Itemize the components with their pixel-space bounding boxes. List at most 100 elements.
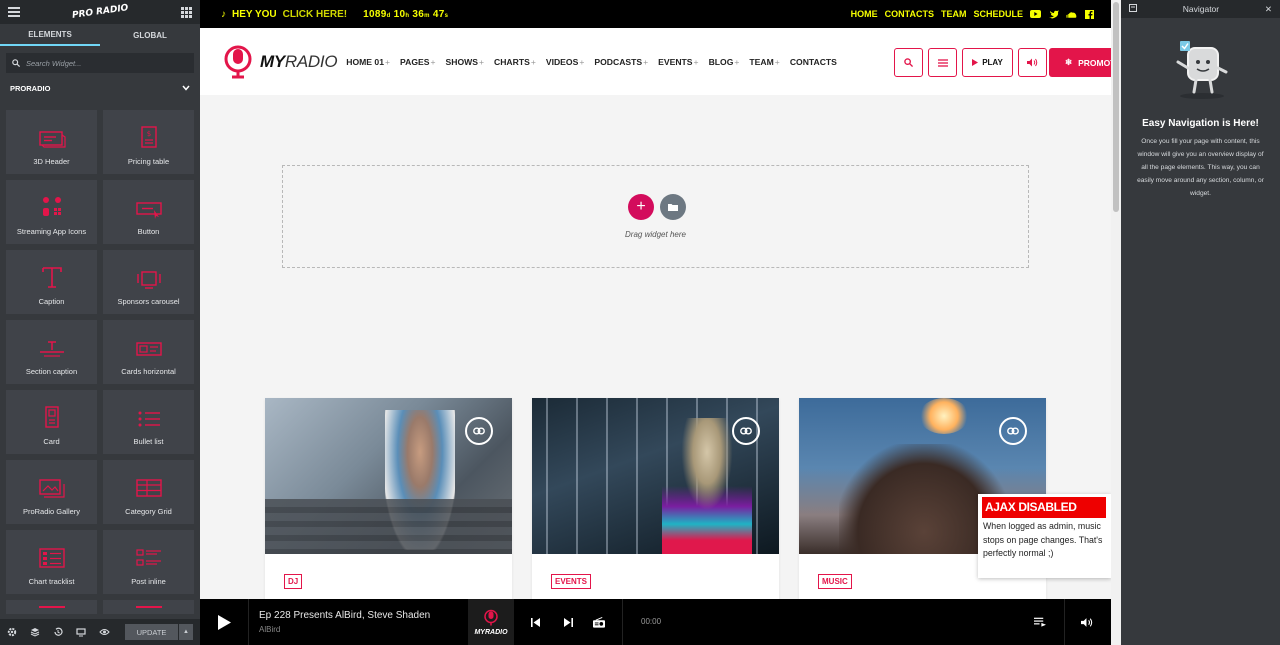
nav-label: HOME 01 — [346, 56, 384, 67]
post-inline-icon — [135, 549, 161, 566]
microphone-logo-icon — [484, 609, 498, 625]
template-library-button[interactable] — [660, 194, 686, 220]
preview-eye-icon[interactable] — [98, 626, 110, 638]
search-input[interactable]: Search Widget... — [6, 53, 194, 73]
navigator-header: Navigator ✕ — [1121, 0, 1280, 18]
post-card[interactable]: DJ — [265, 398, 512, 608]
widget-label: Pricing table — [127, 157, 170, 166]
nav-item-contacts[interactable]: CONTACTS — [790, 57, 837, 67]
nav-item-charts[interactable]: CHARTS+ — [494, 57, 536, 67]
nav-item-videos[interactable]: VIDEOS+ — [546, 57, 585, 67]
youtube-icon[interactable] — [1030, 10, 1041, 19]
promo-text: HEY YOU — [232, 8, 277, 20]
widget-label: Streaming App Icons — [16, 227, 87, 236]
3d-header-icon — [38, 131, 66, 148]
category-tag[interactable]: MUSIC — [818, 574, 852, 589]
nav-item-blog[interactable]: BLOG+ — [709, 57, 740, 67]
nav-item-pages[interactable]: PAGES+ — [400, 57, 435, 67]
link-icon[interactable] — [465, 417, 493, 445]
link-icon[interactable] — [999, 417, 1027, 445]
widget-card[interactable]: Card — [6, 390, 97, 454]
twitter-icon[interactable] — [1048, 10, 1059, 19]
scrollbar-thumb[interactable] — [1113, 2, 1119, 212]
tab-elements[interactable]: ELEMENTS — [0, 24, 100, 46]
widget-caption[interactable]: Caption — [6, 250, 97, 314]
hamburger-menu-icon[interactable] — [8, 7, 20, 17]
update-options-caret-icon[interactable]: ▲ — [179, 624, 193, 640]
promotion-button[interactable]: ❄ PROMOT — [1049, 48, 1111, 77]
playlist-icon[interactable] — [1034, 616, 1046, 628]
layers-icon[interactable] — [29, 626, 41, 638]
nav-item-team[interactable]: TEAM+ — [749, 57, 779, 67]
search-button[interactable] — [894, 48, 923, 77]
widget-streaming-app-icons[interactable]: Streaming App Icons — [6, 180, 97, 244]
close-icon[interactable]: ✕ — [1265, 4, 1272, 15]
widgets-panel: PRO RADIO ELEMENTS GLOBAL Search Widget.… — [0, 0, 200, 645]
brand-name: MYRADIO — [260, 52, 338, 72]
responsive-mode-icon[interactable] — [75, 626, 87, 638]
collapse-navigator-icon[interactable] — [1129, 4, 1137, 14]
next-track-icon[interactable] — [562, 616, 574, 628]
widget-category-grid[interactable]: Category Grid — [103, 460, 194, 524]
facebook-icon[interactable] — [1084, 9, 1095, 19]
cards-horizontal-icon — [135, 342, 162, 356]
top-link-contacts[interactable]: CONTACTS — [885, 9, 934, 19]
promotion-label: PROMOT — [1078, 57, 1111, 68]
volume-button[interactable] — [1018, 48, 1047, 77]
drag-widget-hint: Drag widget here — [625, 230, 686, 239]
widget-proradio-gallery[interactable]: ProRadio Gallery — [6, 460, 97, 524]
widget-post-inline[interactable]: Post inline — [103, 530, 194, 594]
widget-partial[interactable] — [103, 600, 194, 614]
top-link-team[interactable]: TEAM — [941, 9, 967, 19]
post-card[interactable]: EVENTS — [532, 398, 779, 608]
widget-chart-tracklist[interactable]: Chart tracklist — [6, 530, 97, 594]
nav-item-shows[interactable]: SHOWS+ — [446, 57, 485, 67]
widget-cards-horizontal[interactable]: Cards horizontal — [103, 320, 194, 384]
volume-icon[interactable] — [1081, 616, 1093, 628]
widget-pricing-table[interactable]: $ Pricing table — [103, 110, 194, 174]
countdown-hours: 10 — [393, 8, 406, 20]
post-image[interactable] — [532, 398, 779, 554]
nav-item-events[interactable]: EVENTS+ — [658, 57, 698, 67]
radio-icon[interactable] — [593, 616, 605, 628]
menu-button[interactable] — [928, 48, 957, 77]
settings-icon[interactable] — [6, 626, 18, 638]
widget-partial[interactable] — [6, 600, 97, 614]
widget-section-caption[interactable]: Section caption — [6, 320, 97, 384]
promo-area: ♪ HEY YOU CLICK HERE! 1089d 10h 36m 47s — [221, 9, 448, 20]
nav-label: SHOWS — [445, 56, 478, 67]
canvas-scrollbar[interactable] — [1111, 0, 1121, 645]
nav-item-home[interactable]: HOME 01+ — [346, 57, 390, 67]
promo-link[interactable]: CLICK HERE! — [283, 9, 347, 20]
play-label: PLAY — [982, 58, 1003, 67]
link-icon[interactable] — [732, 417, 760, 445]
top-link-home[interactable]: HOME — [851, 9, 878, 19]
divider — [248, 599, 249, 645]
widget-sponsors-carousel[interactable]: Sponsors carousel — [103, 250, 194, 314]
apps-grid-icon[interactable] — [181, 6, 192, 18]
empty-section-dropzone[interactable]: + Drag widget here — [282, 165, 1029, 268]
pricing-table-icon: $ — [140, 126, 157, 148]
tab-global[interactable]: GLOBAL — [100, 24, 200, 46]
countdown-days: 1089 — [363, 8, 387, 20]
nav-item-podcasts[interactable]: PODCASTS+ — [594, 57, 648, 67]
category-proradio[interactable]: PRORADIO — [0, 82, 200, 94]
widget-bullet-list[interactable]: Bullet list — [103, 390, 194, 454]
caption-icon — [41, 267, 62, 288]
countdown-seconds: 47 — [432, 8, 445, 20]
post-image[interactable] — [265, 398, 512, 554]
update-button[interactable]: UPDATE — [125, 624, 178, 640]
widget-label: ProRadio Gallery — [22, 507, 81, 516]
top-link-schedule[interactable]: SCHEDULE — [973, 9, 1023, 19]
category-tag[interactable]: DJ — [284, 574, 303, 589]
widget-button[interactable]: Button — [103, 180, 194, 244]
site-logo[interactable]: MYRADIO — [222, 45, 338, 79]
play-button[interactable]: PLAY — [962, 48, 1013, 77]
previous-track-icon[interactable] — [530, 616, 542, 628]
category-tag[interactable]: EVENTS — [551, 574, 592, 589]
player-play-button[interactable] — [200, 599, 248, 645]
add-section-button[interactable]: + — [628, 194, 654, 220]
widget-3d-header[interactable]: 3D Header — [6, 110, 97, 174]
history-icon[interactable] — [52, 626, 64, 638]
soundcloud-icon[interactable] — [1066, 10, 1077, 19]
